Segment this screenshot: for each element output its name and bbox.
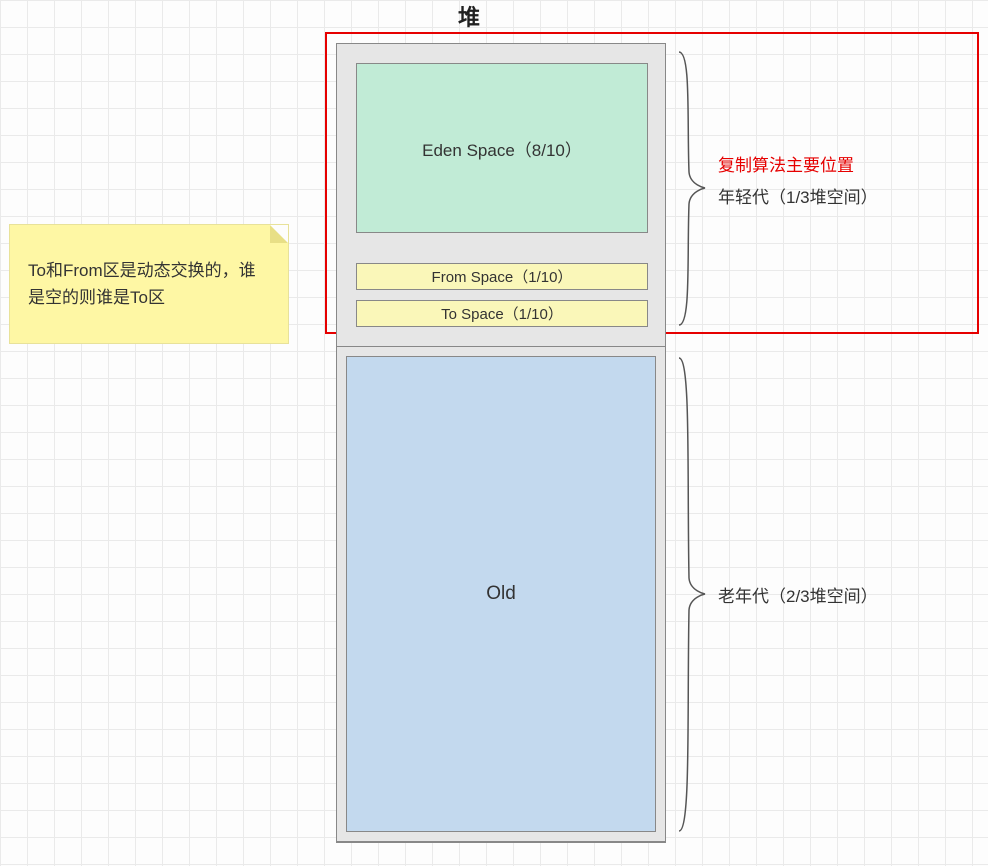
eden-space-box: Eden Space（8/10）: [356, 63, 648, 233]
young-gen-labels: 复制算法主要位置 年轻代（1/3堆空间）: [718, 150, 978, 215]
from-space-label: From Space（1/10）: [432, 266, 573, 287]
diagram-title: 堆: [458, 0, 480, 32]
to-space-box: To Space（1/10）: [356, 300, 648, 327]
old-space-box: Old: [346, 356, 656, 832]
young-gen-brace-icon: [677, 52, 707, 325]
sticky-note-text: To和From区是动态交换的，谁是空的则谁是To区: [28, 261, 256, 307]
old-gen-brace-icon: [677, 358, 707, 831]
old-gen-label: 老年代（2/3堆空间）: [718, 582, 878, 607]
from-space-box: From Space（1/10）: [356, 263, 648, 290]
eden-space-label: Eden Space（8/10）: [422, 136, 582, 161]
copy-algorithm-label: 复制算法主要位置: [718, 150, 978, 182]
young-gen-label: 年轻代（1/3堆空间）: [718, 182, 978, 214]
sticky-note: To和From区是动态交换的，谁是空的则谁是To区: [9, 224, 289, 344]
old-gen-container: Old: [336, 346, 666, 842]
old-space-label: Old: [486, 583, 516, 605]
to-space-label: To Space（1/10）: [441, 303, 563, 324]
